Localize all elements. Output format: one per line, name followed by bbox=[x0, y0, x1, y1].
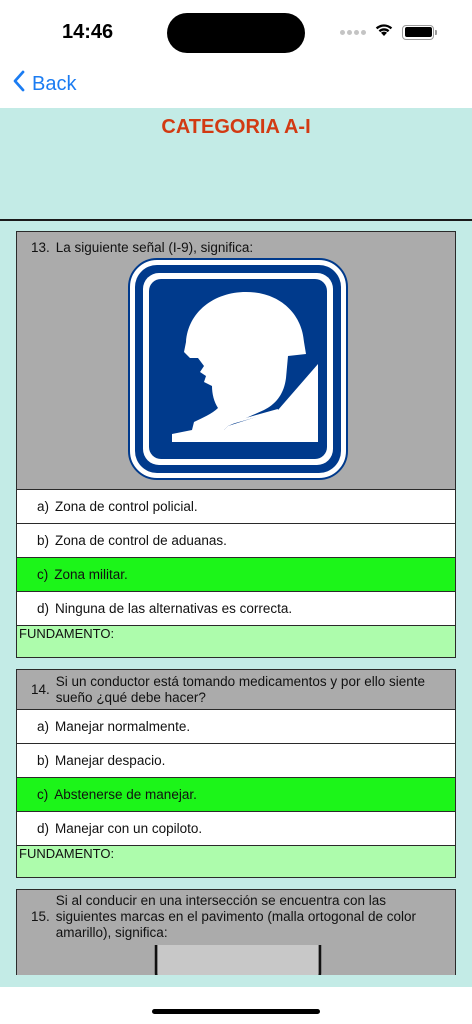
option-c-correct[interactable]: c) Zona militar. bbox=[17, 557, 455, 591]
home-indicator[interactable] bbox=[152, 1009, 320, 1014]
status-bar: 14:46 bbox=[0, 0, 472, 62]
page-title: CATEGORIA A-I bbox=[161, 116, 311, 138]
navigation-bar: Back bbox=[0, 62, 472, 108]
option-b[interactable]: b) Zona de control de aduanas. bbox=[17, 523, 455, 557]
option-letter: a) bbox=[37, 499, 50, 514]
question-list[interactable]: 13. La siguiente señal (I-9), significa: bbox=[0, 221, 472, 975]
option-a[interactable]: a) Zona de control policial. bbox=[17, 489, 455, 523]
option-d[interactable]: d) Ninguna de las alternativas es correc… bbox=[17, 591, 455, 625]
option-text: Manejar con un copiloto. bbox=[55, 821, 203, 836]
option-letter: b) bbox=[37, 753, 50, 768]
option-text: Ninguna de las alternativas es correcta. bbox=[55, 601, 293, 616]
traffic-sign-image bbox=[31, 256, 445, 480]
question-header: 14. Si un conductor está tomando medicam… bbox=[17, 670, 455, 709]
option-letter: a) bbox=[37, 719, 50, 734]
question-header: 15. Si al conducir en una intersección s… bbox=[17, 890, 455, 975]
question-text: La siguiente señal (I-9), significa: bbox=[55, 240, 254, 255]
question-text: Si al conducir en una intersección se en… bbox=[55, 893, 416, 940]
battery-icon bbox=[402, 24, 437, 40]
military-zone-sign-icon bbox=[128, 258, 348, 480]
option-c-correct[interactable]: c) Abstenerse de manejar. bbox=[17, 777, 455, 811]
fundamento-section: FUNDAMENTO: bbox=[17, 845, 455, 877]
question-number: 14. bbox=[31, 681, 50, 697]
status-icons bbox=[340, 22, 437, 42]
question-number: 13. bbox=[31, 240, 50, 255]
question-card-14: 14. Si un conductor está tomando medicam… bbox=[16, 669, 456, 878]
pavement-marking-image bbox=[152, 945, 324, 975]
chevron-left-icon bbox=[12, 70, 26, 98]
option-text: Zona de control policial. bbox=[55, 499, 198, 514]
cellular-signal-icon bbox=[340, 29, 366, 35]
option-text: Abstenerse de manejar. bbox=[54, 787, 197, 802]
option-letter: d) bbox=[37, 821, 50, 836]
dynamic-island bbox=[167, 13, 305, 53]
yellow-grid-marking-icon bbox=[152, 945, 324, 975]
question-card-15: 15. Si al conducir en una intersección s… bbox=[16, 889, 456, 975]
option-d[interactable]: d) Manejar con un copiloto. bbox=[17, 811, 455, 845]
option-text: Zona militar. bbox=[54, 567, 128, 582]
question-number: 15. bbox=[31, 909, 50, 924]
option-text: Manejar normalmente. bbox=[55, 719, 191, 734]
question-text: Si un conductor está tomando medicamento… bbox=[55, 673, 425, 705]
back-label: Back bbox=[32, 72, 77, 95]
option-letter: d) bbox=[37, 601, 50, 616]
status-time: 14:46 bbox=[62, 21, 114, 43]
home-indicator-area bbox=[0, 987, 472, 1024]
question-card-13: 13. La siguiente señal (I-9), significa: bbox=[16, 231, 456, 658]
option-text: Manejar despacio. bbox=[55, 753, 166, 768]
option-letter: c) bbox=[37, 567, 49, 582]
back-button[interactable]: Back bbox=[12, 70, 76, 98]
option-a[interactable]: a) Manejar normalmente. bbox=[17, 709, 455, 743]
option-b[interactable]: b) Manejar despacio. bbox=[17, 743, 455, 777]
fundamento-section: FUNDAMENTO: bbox=[17, 625, 455, 657]
wifi-icon bbox=[374, 22, 394, 42]
question-header: 13. La siguiente señal (I-9), significa: bbox=[17, 232, 455, 489]
option-letter: c) bbox=[37, 787, 49, 802]
option-letter: b) bbox=[37, 533, 50, 548]
option-text: Zona de control de aduanas. bbox=[55, 533, 227, 548]
